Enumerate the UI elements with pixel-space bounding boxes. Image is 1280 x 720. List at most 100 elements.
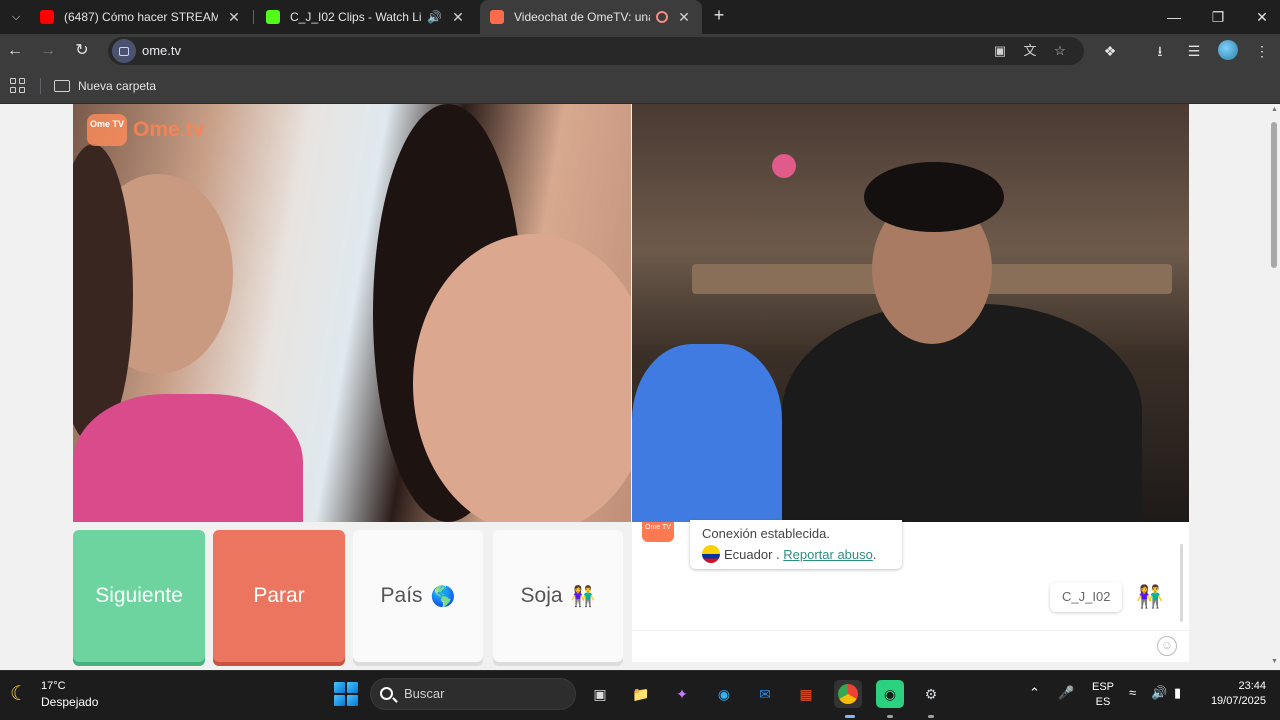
period-text: . [872,547,877,562]
ometv-bot-icon: Ome TV [642,522,674,542]
apps-grid-icon[interactable] [10,78,26,94]
chat-input[interactable]: ☺ [632,630,1189,662]
battery-icon[interactable]: ▮ [1174,685,1181,701]
bookmarks-divider [40,78,41,94]
scroll-down-arrow-icon[interactable]: ▼ [1270,658,1279,665]
search-placeholder: Buscar [404,686,445,701]
scrollbar-thumb[interactable] [1271,122,1277,268]
ometv-logo: Ome TV Ome.tv [87,114,204,146]
weather-description[interactable]: Despejado [41,695,98,709]
tab-youtube[interactable]: (6487) Cómo hacer STREAM en ✕ [30,0,252,34]
chrome-icon[interactable] [834,680,862,708]
chat-panel: Ome TV Conexión establecida. Ecuador . R… [632,520,1189,662]
stop-button-label: Parar [253,584,305,607]
moon-icon[interactable]: ☾ [10,681,28,706]
clock-time: 23:44 [1238,680,1266,692]
extensions-icon[interactable]: ❖ [1098,39,1122,63]
media-controls-icon[interactable]: ☰ [1182,39,1206,63]
copilot-icon[interactable]: ✦ [668,680,696,708]
tab-search-chevron-icon[interactable]: ⌵ [4,6,28,28]
couple-icon: 👫 [1136,584,1164,609]
streamlabs-icon[interactable]: ◉ [876,680,904,708]
clock-date: 19/07/2025 [1210,695,1266,707]
hair-silhouette [864,162,1004,232]
speaker-icon[interactable]: 🔊 [427,10,442,24]
edge-icon[interactable]: ◉ [710,680,738,708]
download-icon[interactable]: ⭳ [1148,39,1172,63]
ecuador-flag-icon [702,545,720,563]
chat-scrollbar[interactable] [1180,544,1183,622]
reload-button[interactable]: ↻ [70,39,94,63]
bookmark-star-icon[interactable]: ☆ [1050,41,1070,61]
wifi-icon[interactable]: ≈ [1129,685,1136,700]
country-filter-button[interactable]: País 🌎 [353,530,483,662]
couple-icon: 👫 [570,585,596,608]
minimize-button[interactable]: — [1152,0,1196,34]
ometv-icon [490,10,504,24]
next-button-label: Siguiente [95,584,183,607]
bookmark-folder[interactable]: Nueva carpeta [54,76,156,96]
system-clock[interactable]: 23:44 19/07/2025 [1198,679,1266,709]
language-code: ESP [1092,681,1115,693]
keyboard-layout: ES [1095,696,1111,708]
microphone-icon[interactable]: 🎤 [1058,685,1074,701]
store-icon[interactable]: ▦ [792,680,820,708]
new-tab-button[interactable]: + [708,4,730,26]
tab-kick[interactable]: C_J_I02 Clips - Watch Live o 🔊 ✕ [256,0,476,34]
partner-username: C_J_I02 [1050,582,1123,612]
task-view-icon[interactable]: ▣ [586,680,614,708]
more-menu-icon[interactable]: ⋮ [1250,39,1274,63]
tab-strip: ⌵ (6487) Cómo hacer STREAM en ✕ C_J_I02 … [0,0,1280,34]
back-button[interactable]: ← [3,39,27,63]
input-language[interactable]: ESP ES [1092,680,1114,710]
person-silhouette [782,304,1142,522]
decoration-shape [772,154,796,178]
volume-icon[interactable]: 🔊 [1151,685,1167,701]
install-app-icon[interactable]: ▣ [990,41,1010,61]
next-button[interactable]: Siguiente [73,530,205,662]
scroll-up-arrow-icon[interactable]: ▲ [1270,106,1279,113]
restore-button[interactable]: ❐ [1196,0,1240,34]
youtube-icon [40,10,54,24]
show-hidden-icons-chevron-icon[interactable]: ⌃ [1029,685,1040,701]
taskbar-search[interactable]: Buscar [370,678,576,710]
report-abuse-link[interactable]: Reportar abuso [783,547,873,562]
browser-toolbar: ← → ↻ ome.tv ▣ 文 ☆ ❖ ⭳ ☰ ⋮ [0,34,1280,68]
arm-silhouette [632,344,782,522]
partner-country: Ecuador [724,547,773,562]
translate-icon[interactable]: 文 [1020,41,1040,61]
close-tab-icon[interactable]: ✕ [450,9,466,26]
site-info-icon[interactable] [112,39,136,63]
close-tab-icon[interactable]: ✕ [226,9,242,26]
recording-icon [656,11,668,23]
ometv-badge: Ome TV [87,114,127,146]
shirt-silhouette [73,394,303,522]
folder-icon [54,80,70,92]
page-scrollbar[interactable]: ▲ ▼ [1269,104,1280,670]
outlook-icon[interactable]: ✉ [751,680,779,708]
remote-video [632,104,1189,522]
connection-status: Conexión establecida. [702,526,830,541]
stop-button[interactable]: Parar [213,530,345,662]
emoji-picker-icon[interactable]: ☺ [1157,636,1177,656]
windows-start-icon[interactable] [334,682,358,706]
tab-ometv[interactable]: Videochat de OmeTV: una n ✕ [480,0,702,34]
address-bar[interactable]: ome.tv ▣ 文 ☆ [108,37,1084,65]
forward-button[interactable]: → [36,39,60,63]
bookmark-folder-label: Nueva carpeta [78,79,157,93]
tab-title: Videochat de OmeTV: una n [514,10,650,24]
gender-filter-button[interactable]: Soja 👫 [493,530,623,662]
separator-text: . [772,547,784,562]
globe-icon: 🌎 [430,585,456,608]
running-app-indicator [928,715,934,718]
search-icon [380,687,393,700]
kick-icon [266,10,280,24]
weather-temperature[interactable]: 17°C [41,680,66,692]
windows-taskbar: ☾ 17°C Despejado Buscar ▣ 📁 ✦ ◉ ✉ ▦ ◉ ⚙ … [0,670,1280,720]
bookmarks-bar: Nueva carpeta [0,68,1280,104]
profile-avatar[interactable] [1218,40,1238,60]
close-tab-icon[interactable]: ✕ [676,9,692,26]
settings-gear-icon[interactable]: ⚙ [917,680,945,708]
file-explorer-icon[interactable]: 📁 [627,680,655,708]
close-window-button[interactable]: ✕ [1240,0,1280,34]
